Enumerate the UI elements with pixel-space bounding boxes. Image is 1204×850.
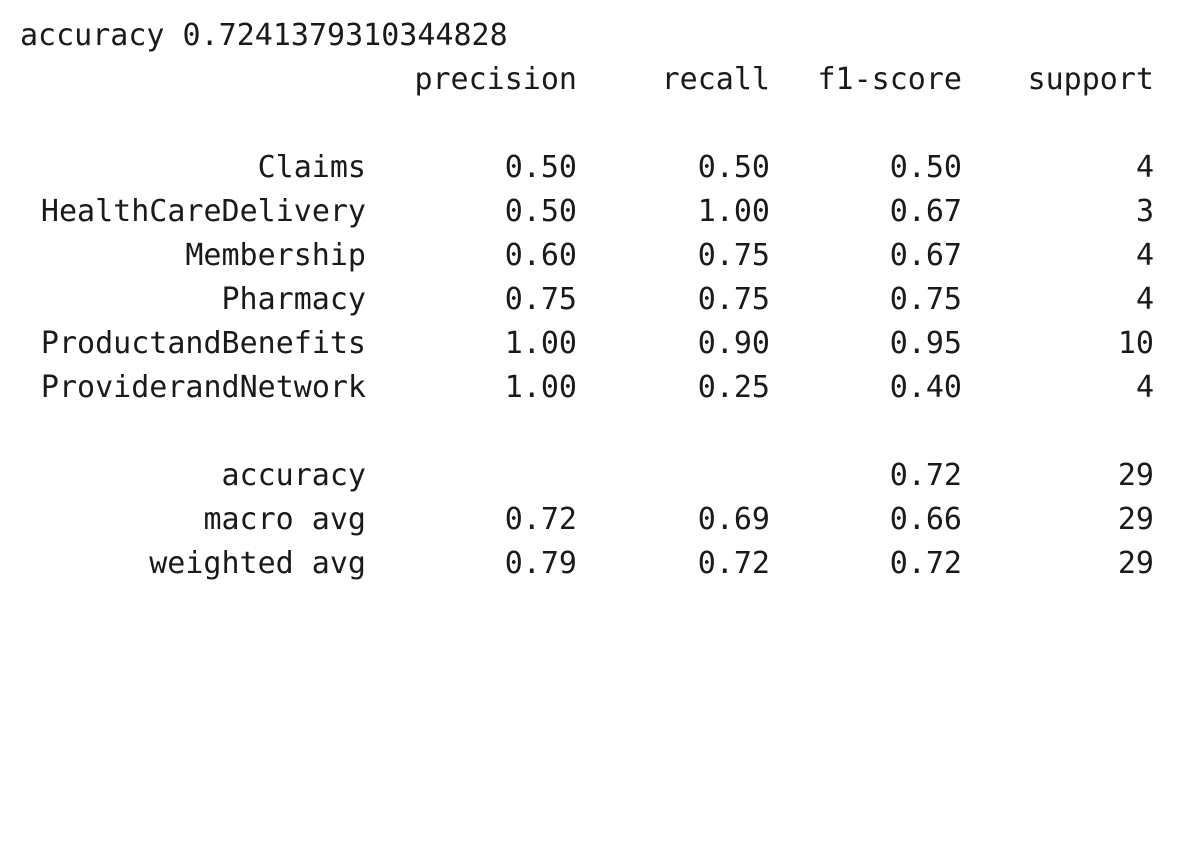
row-support: 4 bbox=[1135, 238, 1154, 273]
row-recall: 0.90 bbox=[697, 326, 770, 361]
summary-f1-score: 0.72 bbox=[889, 458, 962, 493]
row-f1-score: 0.67 bbox=[889, 194, 962, 229]
summary-precision: 0.72 bbox=[504, 502, 577, 537]
row-f1-score: 0.95 bbox=[889, 326, 962, 361]
row-recall: 1.00 bbox=[697, 194, 770, 229]
row-f1-score: 0.75 bbox=[889, 282, 962, 317]
summary-recall: 0.72 bbox=[697, 546, 770, 581]
table-row: ProviderandNetwork 1.00 0.25 0.40 4 bbox=[20, 366, 1180, 410]
row-recall: 0.75 bbox=[697, 238, 770, 273]
table-row: Membership 0.60 0.75 0.67 4 bbox=[20, 234, 1180, 278]
summary-row: macro avg 0.72 0.69 0.66 29 bbox=[20, 498, 1180, 542]
row-precision: 1.00 bbox=[504, 370, 577, 405]
row-f1-score: 0.50 bbox=[889, 150, 962, 185]
accuracy-line: accuracy 0.7241379310344828 bbox=[20, 18, 508, 53]
row-support: 3 bbox=[1135, 194, 1154, 229]
row-label: Pharmacy bbox=[221, 282, 367, 317]
row-label: HealthCareDelivery bbox=[40, 194, 366, 229]
row-precision: 0.75 bbox=[504, 282, 577, 317]
row-label: ProductandBenefits bbox=[40, 326, 366, 361]
classification-report: accuracy 0.7241379310344828 precision re… bbox=[20, 14, 1180, 586]
header-support: support bbox=[1027, 62, 1154, 97]
summary-row: accuracy 0.72 29 bbox=[20, 454, 1180, 498]
row-precision: 0.50 bbox=[504, 150, 577, 185]
summary-support: 29 bbox=[1117, 458, 1154, 493]
row-label: ProviderandNetwork bbox=[40, 370, 366, 405]
summary-label: accuracy bbox=[221, 458, 367, 493]
summary-label: weighted avg bbox=[149, 546, 366, 581]
header-row: precision recall f1-score support bbox=[20, 58, 1180, 102]
row-f1-score: 0.67 bbox=[889, 238, 962, 273]
header-recall: recall bbox=[661, 62, 770, 97]
summary-support: 29 bbox=[1117, 502, 1154, 537]
row-recall: 0.25 bbox=[697, 370, 770, 405]
row-precision: 0.60 bbox=[504, 238, 577, 273]
summary-row: weighted avg 0.79 0.72 0.72 29 bbox=[20, 542, 1180, 586]
summary-support: 29 bbox=[1117, 546, 1154, 581]
summary-recall: 0.69 bbox=[697, 502, 770, 537]
row-recall: 0.50 bbox=[697, 150, 770, 185]
row-precision: 1.00 bbox=[504, 326, 577, 361]
summary-f1-score: 0.72 bbox=[889, 546, 962, 581]
row-label: Membership bbox=[185, 238, 366, 273]
header-precision: precision bbox=[414, 62, 577, 97]
summary-f1-score: 0.66 bbox=[889, 502, 962, 537]
summary-precision: 0.79 bbox=[504, 546, 577, 581]
table-row: ProductandBenefits 1.00 0.90 0.95 10 bbox=[20, 322, 1180, 366]
table-row: Pharmacy 0.75 0.75 0.75 4 bbox=[20, 278, 1180, 322]
header-f1-score: f1-score bbox=[817, 62, 963, 97]
row-label: Claims bbox=[257, 150, 366, 185]
row-support: 10 bbox=[1117, 326, 1154, 361]
table-row: Claims 0.50 0.50 0.50 4 bbox=[20, 146, 1180, 190]
row-support: 4 bbox=[1135, 370, 1154, 405]
row-precision: 0.50 bbox=[504, 194, 577, 229]
row-support: 4 bbox=[1135, 282, 1154, 317]
table-row: HealthCareDelivery 0.50 1.00 0.67 3 bbox=[20, 190, 1180, 234]
row-f1-score: 0.40 bbox=[889, 370, 962, 405]
row-recall: 0.75 bbox=[697, 282, 770, 317]
summary-label: macro avg bbox=[203, 502, 366, 537]
row-support: 4 bbox=[1135, 150, 1154, 185]
